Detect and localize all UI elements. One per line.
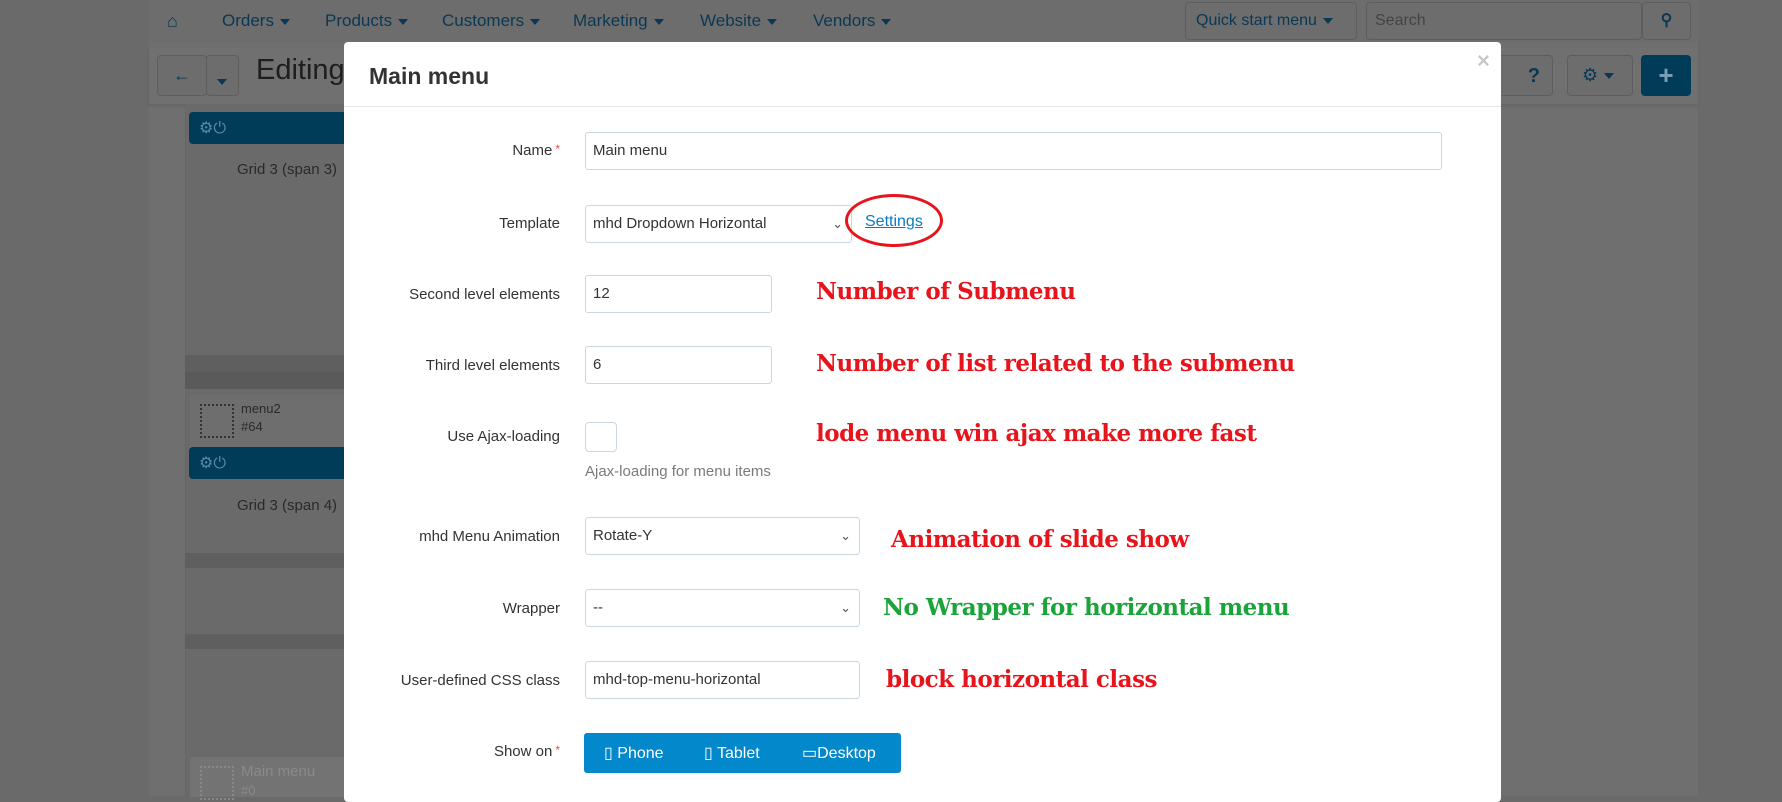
highlight-circle bbox=[845, 194, 943, 247]
caret-down-icon bbox=[1322, 17, 1333, 24]
nav-orders[interactable]: Orders bbox=[222, 11, 290, 31]
css-class-label: User-defined CSS class bbox=[400, 672, 560, 689]
animation-label: mhd Menu Animation bbox=[419, 528, 560, 545]
caret-down-icon bbox=[767, 18, 778, 25]
annotation-third-level: Number of list related to the submenu bbox=[816, 350, 1295, 377]
nav-vendors[interactable]: Vendors bbox=[813, 11, 892, 31]
nav-website[interactable]: Website bbox=[700, 11, 778, 31]
divider bbox=[185, 553, 345, 568]
settings-dropdown-button[interactable]: ⚙ bbox=[1567, 55, 1633, 96]
back-button[interactable]: ← bbox=[157, 55, 207, 96]
block-main-menu[interactable]: Main menu #0 bbox=[190, 757, 350, 800]
quick-start-menu-button[interactable]: Quick start menu bbox=[1185, 2, 1357, 40]
css-class-input[interactable]: mhd-top-menu-horizontal bbox=[585, 661, 860, 699]
nav-label: Website bbox=[700, 11, 762, 30]
tablet-icon: ▯ bbox=[704, 745, 713, 762]
ajax-help-text: Ajax-loading for menu items bbox=[585, 463, 771, 480]
block-name: menu2 bbox=[241, 401, 281, 416]
gear-icon[interactable]: ⚙ bbox=[199, 120, 213, 137]
show-on-desktop[interactable]: ▭Desktop bbox=[802, 743, 876, 763]
chevron-down-icon: ⌄ bbox=[840, 528, 851, 543]
divider bbox=[185, 355, 345, 372]
ajax-label: Use Ajax-loading bbox=[447, 428, 560, 445]
caret-down-icon bbox=[653, 18, 664, 25]
block-placeholder-icon bbox=[200, 766, 234, 800]
block-placeholder-icon bbox=[200, 404, 234, 438]
top-navigation: ⌂ Orders Products Customers Marketing We… bbox=[149, 0, 1698, 42]
animation-select[interactable]: Rotate-Y ⌄ bbox=[585, 517, 860, 555]
template-select[interactable]: mhd Dropdown Horizontal ⌄ bbox=[585, 205, 852, 243]
annotation-css-class: block horizontal class bbox=[886, 666, 1157, 693]
power-icon[interactable]: ⏻ bbox=[213, 120, 226, 137]
close-icon[interactable]: × bbox=[1477, 48, 1490, 74]
block-id: #64 bbox=[241, 419, 263, 434]
second-level-input[interactable]: 12 bbox=[585, 275, 772, 313]
dialog-header: Main menu × bbox=[344, 42, 1501, 107]
show-on-tablet[interactable]: ▯ Tablet bbox=[704, 743, 760, 763]
wrapper-label: Wrapper bbox=[502, 600, 560, 617]
name-input[interactable]: Main menu bbox=[585, 132, 1442, 170]
annotation-ajax: lode menu win ajax make more fast bbox=[816, 420, 1257, 447]
chevron-down-icon: ⌄ bbox=[832, 216, 843, 231]
divider bbox=[185, 372, 345, 389]
nav-label: Products bbox=[325, 11, 393, 30]
show-on-label: Show on * bbox=[493, 743, 560, 760]
caret-down-icon bbox=[1604, 73, 1615, 80]
block-actions-bar: ⚙⏻ bbox=[189, 112, 349, 144]
caret-down-icon bbox=[279, 18, 290, 25]
help-button[interactable]: ? bbox=[1493, 55, 1553, 96]
template-value: mhd Dropdown Horizontal bbox=[593, 215, 767, 232]
search-input[interactable]: Search bbox=[1366, 2, 1642, 40]
name-label: Name * bbox=[512, 142, 560, 159]
chevron-down-icon: ⌄ bbox=[840, 600, 851, 615]
nav-label: Vendors bbox=[813, 11, 876, 30]
caret-down-icon bbox=[530, 18, 541, 25]
second-level-label: Second level elements bbox=[409, 286, 560, 303]
third-level-label: Third level elements bbox=[425, 357, 560, 374]
block-name: Main menu bbox=[241, 763, 316, 780]
add-button[interactable]: + bbox=[1641, 55, 1691, 96]
quick-start-label: Quick start menu bbox=[1196, 12, 1317, 29]
nav-label: Orders bbox=[222, 11, 274, 30]
wrapper-select[interactable]: -- ⌄ bbox=[585, 589, 860, 627]
home-icon[interactable]: ⌂ bbox=[167, 11, 178, 32]
dialog-title: Main menu bbox=[369, 63, 490, 89]
third-level-input[interactable]: 6 bbox=[585, 346, 772, 384]
show-on-button-group: ▯ Phone ▯ Tablet ▭Desktop bbox=[584, 733, 901, 773]
desktop-icon: ▭ bbox=[802, 745, 818, 762]
nav-products[interactable]: Products bbox=[325, 11, 409, 31]
divider bbox=[185, 634, 345, 649]
power-icon[interactable]: ⏻ bbox=[213, 455, 226, 472]
phone-icon: ▯ bbox=[604, 745, 613, 762]
nav-label: Customers bbox=[442, 11, 525, 30]
caret-down-icon bbox=[398, 18, 409, 25]
template-label: Template bbox=[499, 215, 560, 232]
block-menu2[interactable]: menu2 #64 bbox=[190, 395, 350, 447]
grid-label: Grid 3 (span 4) bbox=[237, 497, 338, 514]
page-title: Editing bbox=[256, 54, 345, 86]
annotation-animation: Animation of slide show bbox=[891, 526, 1189, 553]
annotation-second-level: Number of Submenu bbox=[816, 278, 1076, 305]
back-dropdown-button[interactable] bbox=[206, 55, 239, 96]
wrapper-value: -- bbox=[593, 599, 603, 616]
animation-value: Rotate-Y bbox=[593, 527, 653, 544]
block-actions-bar: ⚙⏻ bbox=[189, 447, 349, 479]
nav-customers[interactable]: Customers bbox=[442, 11, 541, 31]
gear-icon[interactable]: ⚙ bbox=[199, 455, 213, 472]
annotation-wrapper: No Wrapper for horizontal menu bbox=[883, 594, 1290, 621]
show-on-phone[interactable]: ▯ Phone bbox=[604, 743, 664, 763]
ajax-checkbox[interactable] bbox=[585, 422, 617, 452]
caret-down-icon bbox=[217, 78, 227, 85]
gear-icon: ⚙ bbox=[1582, 65, 1599, 85]
nav-label: Marketing bbox=[573, 11, 648, 30]
grid-label: Grid 3 (span 3) bbox=[237, 161, 338, 178]
nav-marketing[interactable]: Marketing bbox=[573, 11, 664, 31]
search-icon[interactable]: ⚲ bbox=[1642, 2, 1691, 40]
caret-down-icon bbox=[881, 18, 892, 25]
